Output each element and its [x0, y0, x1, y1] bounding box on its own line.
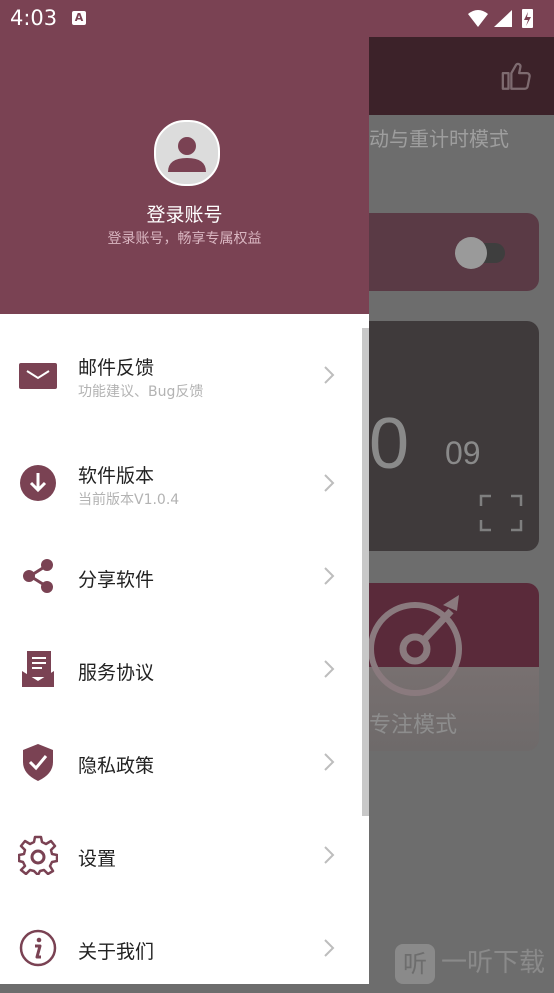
chevron-right-icon: [324, 660, 335, 678]
login-title[interactable]: 登录账号: [0, 200, 369, 227]
menu-title-agreement: 服务协议: [78, 662, 155, 684]
thumbs-up-icon: [501, 62, 531, 90]
menu-title-settings: 设置: [78, 848, 117, 870]
gear-icon: [18, 835, 58, 875]
agreement-icon: [22, 651, 54, 687]
chevron-right-icon: [324, 939, 335, 957]
menu-title-privacy: 隐私政策: [78, 755, 155, 777]
menu-item-about[interactable]: 关于我们: [0, 903, 362, 993]
watermark: 听一听下载: [395, 942, 545, 984]
chevron-right-icon: [324, 474, 335, 492]
login-subtitle: 登录账号，畅享专属权益: [107, 231, 262, 247]
toggle-thumb[interactable]: [455, 237, 487, 269]
menu-item-agreement[interactable]: 服务协议: [0, 624, 362, 714]
mail-icon: [19, 363, 57, 389]
notification-icon: A: [72, 11, 86, 25]
status-bar: 4:03 A: [0, 0, 554, 37]
timer-seconds: 09: [445, 435, 481, 471]
menu-item-settings[interactable]: 设置: [0, 810, 362, 900]
background-app: 动与重计时模式 0 09 专注模式 听一听下载: [369, 37, 554, 984]
info-icon: [19, 929, 57, 967]
watermark-logo: 听: [395, 943, 435, 984]
navigation-drawer: 登录账号 登录账号，畅享专属权益 邮件反馈 功能建议、Bug反馈 软件版本 当前…: [0, 0, 369, 984]
watermark-text: 一听下载: [441, 948, 546, 978]
menu-title-feedback: 邮件反馈: [78, 357, 155, 379]
chevron-right-icon: [324, 567, 335, 585]
chevron-right-icon: [324, 753, 335, 771]
mode-description: 动与重计时模式: [369, 127, 509, 151]
menu-subtitle-feedback: 功能建议、Bug反馈: [78, 384, 204, 400]
avatar[interactable]: [154, 120, 220, 186]
menu-item-feedback[interactable]: 邮件反馈 功能建议、Bug反馈: [0, 330, 362, 420]
timer-minutes: 0: [369, 404, 410, 484]
signal-icon: [494, 10, 512, 27]
share-icon: [23, 559, 53, 593]
toggle-card: [369, 213, 539, 291]
system-status-icons: [466, 8, 546, 34]
focus-mode-card[interactable]: 专注模式: [369, 583, 539, 751]
focus-mode-label: 专注模式: [369, 713, 458, 738]
fullscreen-icon[interactable]: [479, 494, 523, 532]
menu-title-share: 分享软件: [78, 569, 155, 591]
shield-check-icon: [23, 744, 53, 781]
menu-item-version[interactable]: 软件版本 当前版本V1.0.4: [0, 438, 362, 528]
menu-item-privacy[interactable]: 隐私政策: [0, 717, 362, 807]
timer-card: 0 09: [369, 321, 539, 551]
app-toolbar: [369, 37, 554, 115]
download-icon: [20, 465, 56, 501]
wifi-icon: [468, 10, 488, 27]
menu-title-about: 关于我们: [78, 941, 155, 963]
status-time: 4:03: [10, 6, 58, 30]
drawer-scrollbar[interactable]: [362, 328, 369, 816]
user-avatar-icon: [168, 137, 206, 172]
menu-title-version: 软件版本: [78, 465, 155, 487]
chevron-right-icon: [324, 366, 335, 384]
menu-subtitle-version: 当前版本V1.0.4: [78, 492, 180, 508]
chevron-right-icon: [324, 846, 335, 864]
drawer-header[interactable]: 登录账号 登录账号，畅享专属权益: [0, 0, 369, 314]
menu-item-share[interactable]: 分享软件: [0, 531, 362, 621]
focus-dial-icon: [369, 595, 462, 696]
